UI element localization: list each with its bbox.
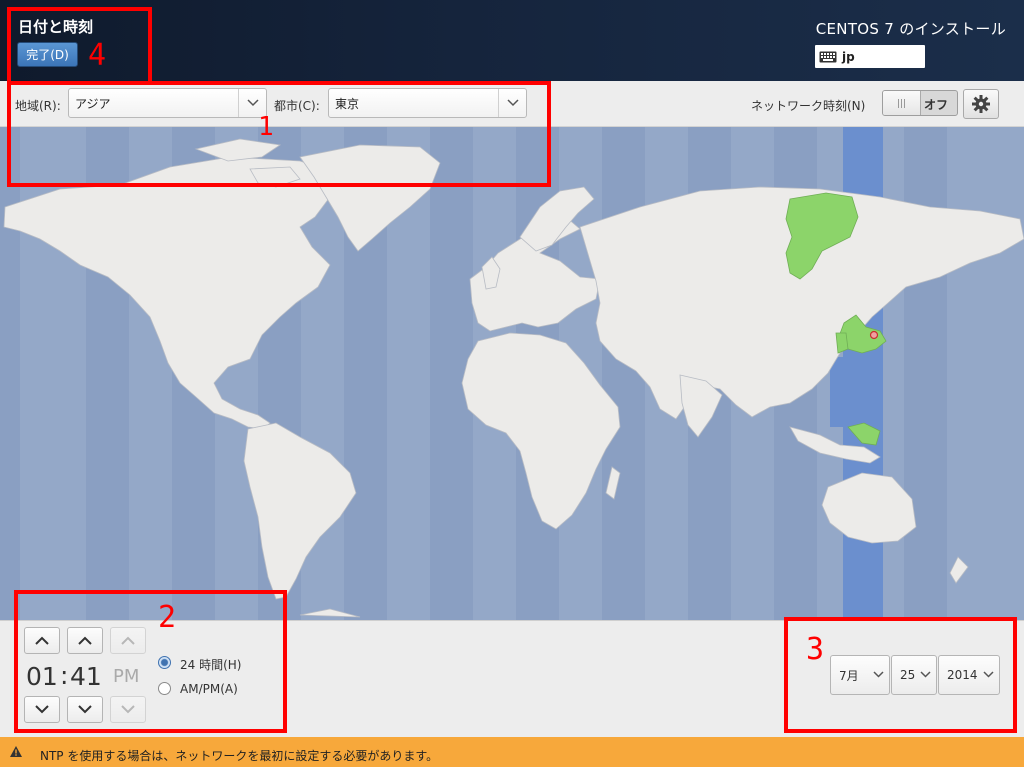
keyboard-layout-indicator[interactable]: jp [815, 45, 925, 68]
header-bar: 日付と時刻 完了(D) CENTOS 7 のインストール jp [0, 0, 1024, 81]
city-marker [869, 330, 879, 340]
annotation-number-4: 4 [88, 38, 107, 73]
annotation-number-3: 3 [806, 632, 825, 667]
world-map [0, 127, 1024, 620]
toggle-knob [883, 91, 921, 115]
gear-icon [972, 95, 990, 113]
network-time-state: オフ [924, 98, 949, 112]
keyboard-layout-label: jp [842, 49, 855, 64]
network-time-toggle[interactable]: オフ [882, 90, 958, 116]
annotation-number-1: 1 [258, 112, 274, 142]
annotation-box-4 [7, 7, 152, 85]
annotation-number-2: 2 [158, 600, 177, 635]
installer-title: CENTOS 7 のインストール [815, 20, 1006, 38]
timezone-map[interactable] [0, 127, 1024, 620]
ntp-settings-button[interactable] [963, 89, 999, 119]
annotation-box-2 [14, 590, 287, 733]
annotation-box-1 [7, 81, 551, 187]
warning-bar: NTP を使用する場合は、ネットワークを最初に設定する必要があります。 [0, 737, 1024, 767]
warning-icon [10, 746, 22, 757]
network-time-label: ネットワーク時刻(N) [751, 99, 866, 113]
warning-text: NTP を使用する場合は、ネットワークを最初に設定する必要があります。 [40, 749, 439, 763]
keyboard-icon [819, 51, 837, 62]
